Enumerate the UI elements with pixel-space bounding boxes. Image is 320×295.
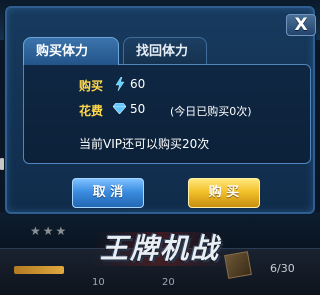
close-button[interactable]: X	[286, 14, 316, 36]
buy-label: 购买	[79, 79, 104, 93]
bottom-number-middle: 20	[162, 277, 175, 288]
game-logo: 王牌机战	[92, 232, 228, 266]
cost-amount: 50	[130, 102, 146, 116]
buy-stamina-dialog: X 购买体力 找回体力 购买 60 花费 50 (今日已购买0次) 当前VIP还…	[5, 6, 316, 214]
star-icon: ★	[30, 224, 41, 238]
cancel-button[interactable]: 取 消	[72, 178, 144, 208]
bottom-number-left: 10	[92, 277, 105, 288]
vip-remaining-info: 当前VIP还可以购买20次	[79, 137, 210, 151]
content-panel: 购买 60 花费 50 (今日已购买0次) 当前VIP还可以购买20次	[23, 64, 311, 164]
progress-count: 6/30	[270, 262, 295, 275]
tab-recover-stamina[interactable]: 找回体力	[123, 37, 207, 65]
diamond-icon	[113, 103, 126, 114]
buy-button[interactable]: 购 买	[188, 178, 260, 208]
tab-buy-stamina[interactable]: 购买体力	[23, 37, 119, 65]
chest-icon[interactable]	[224, 251, 252, 279]
gold-bar	[14, 266, 64, 274]
star-icon: ★	[42, 224, 54, 238]
cost-label: 花费	[79, 104, 104, 118]
lightning-icon	[115, 77, 125, 91]
purchase-count-note: (今日已购买0次)	[170, 105, 252, 118]
star-icon: ★	[55, 224, 67, 238]
rating-stars: ★ ★ ★	[30, 224, 66, 238]
buy-amount: 60	[130, 77, 146, 91]
